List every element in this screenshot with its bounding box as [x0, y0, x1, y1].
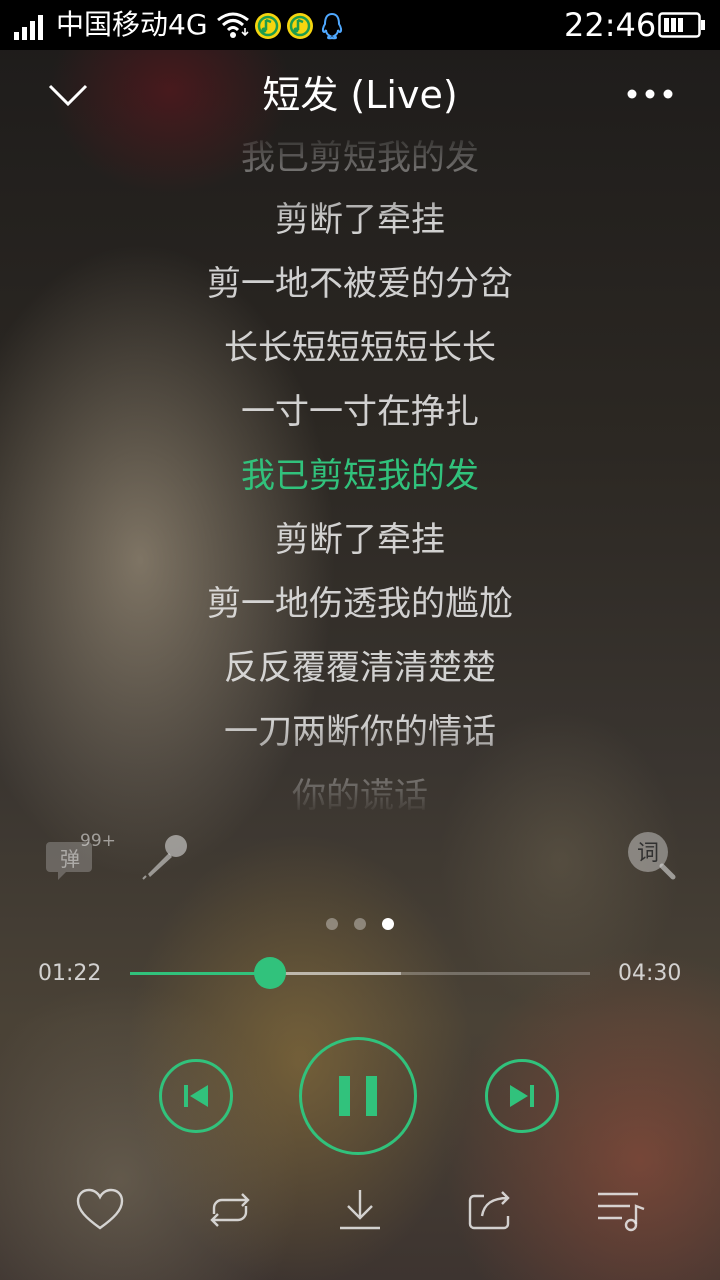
next-button[interactable] — [484, 1058, 560, 1134]
clock: 22:46 — [564, 6, 657, 44]
lyric-search-label: 词 — [637, 841, 659, 866]
lyric-search-icon: 词 — [628, 832, 676, 880]
playlist-button[interactable] — [594, 1184, 646, 1236]
page-indicator — [320, 914, 400, 934]
status-bar: 中国移动4G 22:46 — [0, 0, 720, 50]
pause-button[interactable] — [298, 1036, 418, 1156]
danmu-icon: 弹 99+ — [46, 831, 116, 880]
pause-icon — [299, 1037, 417, 1155]
carrier-name: 中国移动4G — [56, 8, 208, 41]
collapse-button[interactable] — [44, 78, 92, 114]
qq-music-icon — [286, 12, 314, 40]
microphone-icon — [142, 835, 187, 880]
heart-icon — [76, 1188, 124, 1230]
page-dot[interactable] — [326, 918, 338, 930]
favorite-button[interactable] — [74, 1184, 126, 1236]
battery-icon — [658, 12, 706, 38]
more-icon — [627, 89, 673, 99]
share-icon — [468, 1191, 510, 1230]
song-title: 短发 (Live) — [262, 73, 458, 117]
download-icon — [340, 1190, 380, 1230]
share-button[interactable] — [464, 1184, 516, 1236]
bottom-action-bar — [0, 1180, 720, 1240]
lyrics-panel[interactable]: 我已剪短我的发 剪断了牵挂 剪一地不被爱的分岔 长长短短短短长长 一寸一寸在挣扎… — [0, 126, 720, 816]
progress-area: 01:22 04:30 — [0, 950, 720, 1000]
lyric-line: 反反覆覆清清楚楚 — [224, 648, 496, 688]
lyric-line: 剪一地伤透我的尴尬 — [207, 584, 513, 624]
previous-button[interactable] — [158, 1058, 234, 1134]
total-time: 04:30 — [618, 961, 682, 986]
page-dot-active[interactable] — [382, 918, 394, 930]
more-button[interactable] — [622, 84, 678, 104]
download-button[interactable] — [334, 1184, 386, 1236]
danmu-button[interactable]: 弹 99+ — [46, 828, 118, 886]
page-dot[interactable] — [354, 918, 366, 930]
lyric-line: 我已剪短我的发 — [241, 138, 479, 178]
lyric-line: 剪断了牵挂 — [275, 520, 445, 560]
lyric-line: 一寸一寸在挣扎 — [241, 392, 479, 432]
progress-thumb[interactable] — [253, 957, 286, 989]
skip-next-icon — [485, 1059, 559, 1133]
wifi-icon — [216, 10, 250, 40]
lyric-search-button[interactable]: 词 — [626, 830, 678, 882]
playback-controls — [0, 1034, 720, 1158]
danmu-label: 弹 — [60, 847, 80, 871]
chevron-down-icon — [48, 84, 88, 107]
qq-icon — [318, 12, 346, 40]
danmu-count: 99+ — [80, 831, 116, 851]
playlist-icon — [598, 1192, 645, 1232]
signal-icon — [14, 14, 50, 40]
current-lyric-line: 我已剪短我的发 — [241, 456, 479, 496]
progress-fill — [130, 972, 270, 975]
progress-bar[interactable] — [130, 957, 590, 989]
qq-music-icon — [254, 12, 282, 40]
elapsed-time: 01:22 — [38, 961, 102, 986]
repeat-mode-button[interactable] — [204, 1184, 256, 1236]
lyric-tools: 弹 99+ 词 — [0, 822, 720, 892]
player-screen: 中国移动4G 22:46 短发 (Live) 我已剪短我的发 剪断了牵挂 剪一地… — [0, 0, 720, 1280]
repeat-icon — [210, 1193, 250, 1227]
karaoke-mic-button[interactable] — [140, 830, 192, 882]
skip-previous-icon — [159, 1059, 233, 1133]
lyric-line: 长长短短短短长长 — [224, 328, 496, 368]
lyric-line: 剪断了牵挂 — [275, 200, 445, 240]
lyric-line: 一刀两断你的情话 — [224, 712, 496, 752]
lyric-line: 你的谎话 — [292, 776, 428, 816]
lyric-line: 剪一地不被爱的分岔 — [207, 264, 513, 304]
